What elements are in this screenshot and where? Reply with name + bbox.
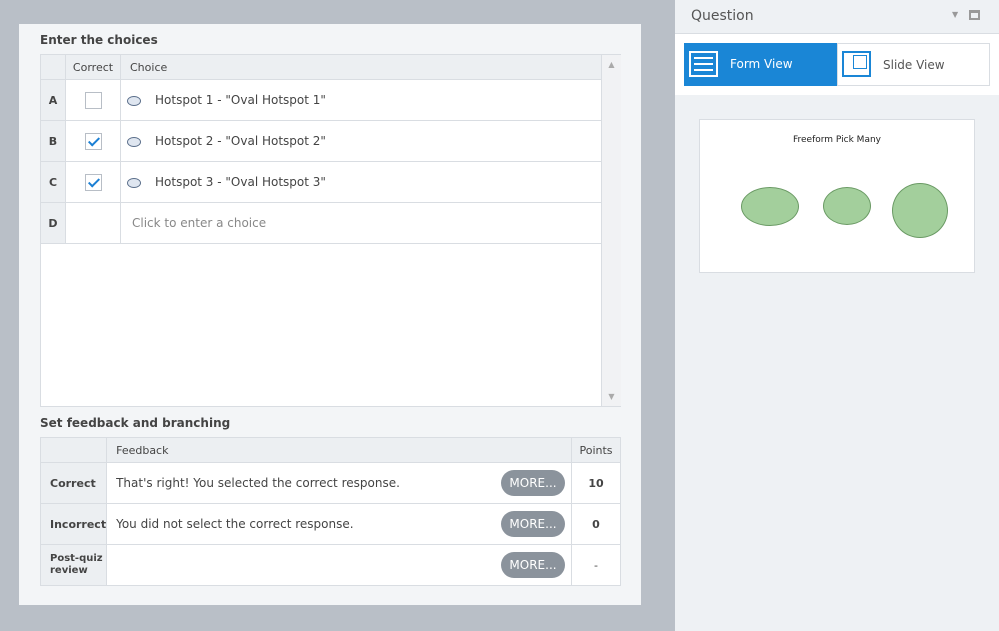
oval-hotspot-icon — [127, 177, 141, 188]
tab-label: Slide View — [883, 58, 945, 72]
more-button[interactable]: MORE... — [501, 511, 565, 537]
points-value[interactable]: 0 — [571, 503, 621, 545]
row-letter: A — [40, 79, 66, 121]
feedback-row-incorrect: Incorrect You did not select the correct … — [39, 503, 621, 545]
feedback-label: Post-quiz review — [39, 544, 108, 586]
question-form-panel: Enter the choices Correct Choice A Hotspot… — [19, 24, 641, 605]
more-button[interactable]: MORE... — [501, 470, 565, 496]
feedback-heading: Set feedback and branching — [40, 416, 231, 430]
tab-slide-view[interactable]: Slide View — [837, 43, 990, 86]
choice-header: Choice — [120, 54, 602, 80]
row-letter: D — [40, 202, 66, 244]
correct-checkbox[interactable] — [84, 91, 102, 109]
new-choice-row[interactable]: D Click to enter a choice — [40, 202, 602, 244]
oval-hotspot-2 — [823, 187, 871, 225]
tab-label: Form View — [730, 57, 793, 71]
feedback-table: Feedback Points Correct That's right! You … — [39, 437, 621, 586]
scroll-up-icon[interactable]: ▲ — [602, 60, 621, 69]
row-letter: C — [40, 161, 66, 203]
oval-hotspot-3 — [892, 183, 948, 238]
choice-row[interactable]: B Hotspot 2 - "Oval Hotspot 2" — [40, 120, 602, 162]
dropdown-arrow-icon[interactable]: ▼ — [952, 10, 958, 19]
panel-title: Question — [691, 8, 754, 24]
feedback-label: Correct — [39, 462, 108, 504]
slide-preview[interactable]: Freeform Pick Many — [699, 119, 975, 273]
more-button[interactable]: MORE... — [501, 552, 565, 578]
feedback-text[interactable]: You did not select the correct response. — [116, 517, 353, 531]
feedback-label: Incorrect — [39, 503, 108, 545]
feedback-row-correct: Correct That's right! You selected the co… — [39, 462, 621, 504]
points-header: Points — [571, 437, 621, 463]
choices-heading: Enter the choices — [40, 33, 158, 47]
new-choice-placeholder[interactable]: Click to enter a choice — [120, 202, 602, 244]
oval-hotspot-icon — [127, 136, 141, 147]
form-view-icon — [689, 51, 718, 77]
feedback-row-review: Post-quiz review MORE... - — [39, 544, 621, 586]
choice-row[interactable]: A Hotspot 1 - "Oval Hotspot 1" — [40, 79, 602, 121]
oval-hotspot-icon — [127, 95, 141, 106]
correct-header: Correct — [65, 54, 121, 80]
correct-checkbox[interactable] — [84, 173, 102, 191]
choice-row[interactable]: C Hotspot 3 - "Oval Hotspot 3" — [40, 161, 602, 203]
tab-form-view[interactable]: Form View — [684, 43, 837, 86]
choice-text[interactable]: Hotspot 2 - "Oval Hotspot 2" — [155, 134, 326, 148]
oval-hotspot-1 — [741, 187, 799, 226]
choice-text[interactable]: Hotspot 3 - "Oval Hotspot 3" — [155, 175, 326, 189]
preview-title: Freeform Pick Many — [792, 135, 881, 145]
question-side-panel: Question ▼ Form View Slide View Freeform… — [675, 0, 999, 631]
row-letter: B — [40, 120, 66, 162]
points-value[interactable]: 10 — [571, 462, 621, 504]
feedback-text[interactable]: That's right! You selected the correct r… — [116, 476, 400, 490]
choice-text[interactable]: Hotspot 1 - "Oval Hotspot 1" — [155, 93, 326, 107]
choices-grid: Correct Choice A Hotspot 1 - "Oval Hotspot… — [40, 54, 621, 407]
choices-table: Correct Choice A Hotspot 1 - "Oval Hotspot… — [40, 54, 602, 244]
points-value[interactable]: - — [571, 544, 621, 586]
choices-scrollbar[interactable]: ▲ ▼ — [601, 55, 621, 406]
slide-view-icon — [842, 51, 871, 77]
feedback-header: Feedback — [106, 437, 572, 463]
scroll-down-icon[interactable]: ▼ — [602, 392, 621, 401]
restore-window-icon[interactable] — [969, 10, 980, 20]
correct-checkbox[interactable] — [84, 132, 102, 150]
